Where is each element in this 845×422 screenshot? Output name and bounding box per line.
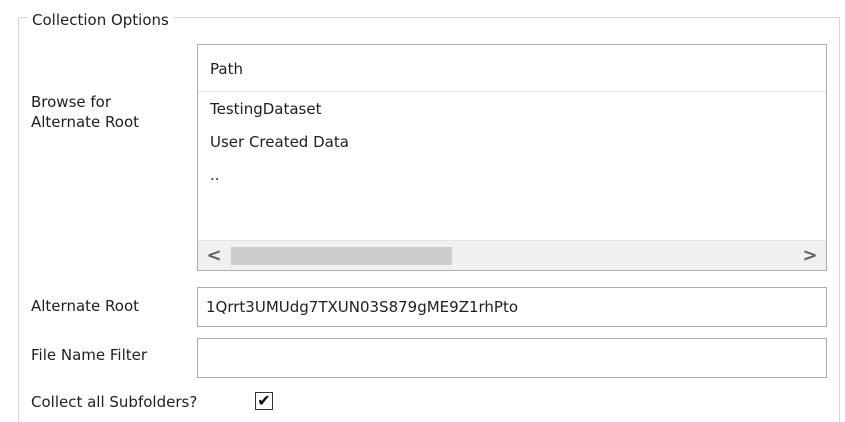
scrollbar-thumb[interactable] [231, 247, 452, 265]
path-list[interactable]: Path TestingDataset User Created Data ..… [197, 44, 827, 271]
collect-subfolders-checkbox[interactable]: ✔ [255, 392, 273, 410]
collect-subfolders-label: Collect all Subfolders? [31, 393, 198, 411]
file-name-filter-label: File Name Filter [31, 346, 148, 364]
file-name-filter-input[interactable] [197, 338, 827, 378]
horizontal-scrollbar[interactable]: < > [198, 240, 826, 270]
scroll-left-icon[interactable]: < [200, 241, 228, 270]
alternate-root-label: Alternate Root [31, 297, 140, 315]
browse-label-line1: Browse for [31, 93, 112, 111]
browse-label-line2: Alternate Root [31, 113, 140, 131]
list-item-parent-dir[interactable]: .. [210, 163, 220, 187]
check-icon: ✔ [257, 391, 271, 410]
scroll-right-icon[interactable]: > [796, 241, 824, 270]
list-item-user-created-data[interactable]: User Created Data [210, 130, 349, 154]
alternate-root-input[interactable] [197, 287, 827, 327]
group-title: Collection Options [28, 10, 173, 30]
path-column-header[interactable]: Path [198, 45, 826, 92]
path-column-header-label: Path [210, 60, 243, 78]
list-item-testing-dataset[interactable]: TestingDataset [210, 97, 321, 121]
